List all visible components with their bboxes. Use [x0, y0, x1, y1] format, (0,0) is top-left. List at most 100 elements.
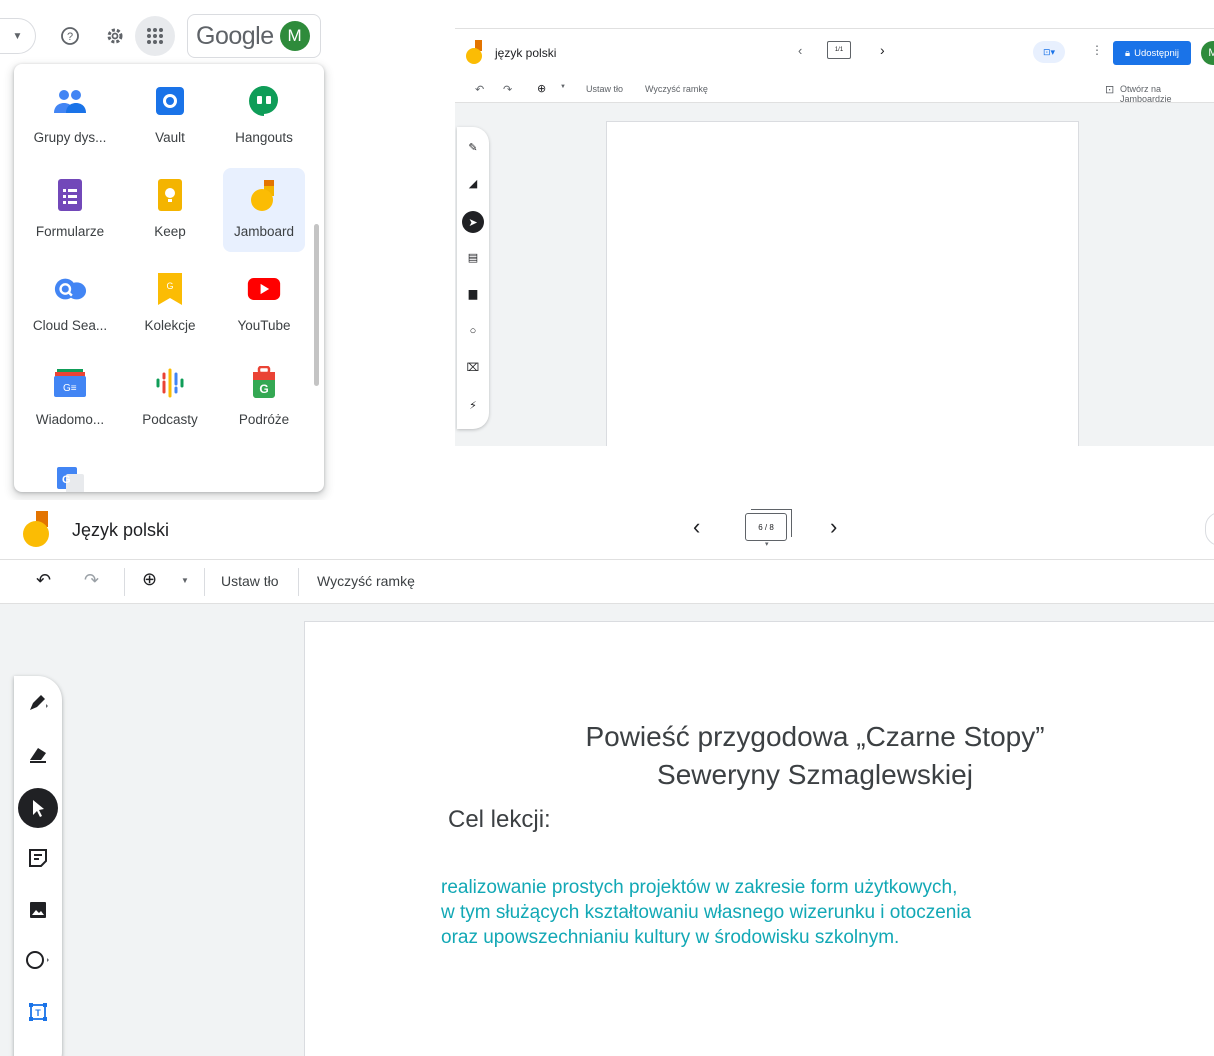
apps-grid-icon [147, 28, 163, 44]
hangouts-icon [247, 84, 281, 118]
present-button[interactable]: ⊡▾ [1033, 41, 1065, 63]
open-on-jamboard-icon: ⊡ [1105, 84, 1115, 96]
more-options-icon[interactable]: ⋮ [1091, 43, 1103, 57]
share-button[interactable]: 🔒︎ Udostępnij [1113, 41, 1191, 65]
help-icon: ? [61, 27, 79, 45]
app-vault[interactable]: Vault [129, 74, 211, 158]
app-travel[interactable]: G Podróże [223, 356, 305, 440]
groups-icon [53, 84, 87, 118]
circle-shape-icon[interactable]: ○ [465, 323, 481, 339]
laser-icon[interactable]: ⚡︎ [465, 397, 481, 413]
select-icon[interactable]: ➤ [462, 211, 484, 233]
undo-icon[interactable]: ↶ [36, 570, 51, 591]
zoom-dropdown-icon[interactable]: ▼ [560, 84, 566, 90]
app-label: Formularze [35, 224, 105, 239]
forms-icon [53, 178, 87, 212]
image-icon[interactable] [24, 896, 52, 924]
clear-frame-button[interactable]: Wyczyść ramkę [645, 84, 708, 94]
set-background-button[interactable]: Ustaw tło [586, 84, 623, 94]
translate-icon[interactable]: G [56, 464, 86, 492]
toolbar-divider [298, 568, 299, 596]
help-button[interactable]: ? [50, 16, 90, 56]
apps-panel: Grupy dys... Vault Hangouts Formularze K… [14, 64, 324, 492]
set-background-button[interactable]: Ustaw tło [221, 573, 279, 589]
app-label: Podcasty [142, 412, 198, 427]
zoom-icon[interactable]: ⊕ [142, 569, 157, 590]
jamboard-canvas[interactable]: Powieść przygodowa „Czarne Stopy” Sewery… [304, 621, 1214, 1056]
sticky-note-icon[interactable] [24, 844, 52, 872]
jamboard-logo-icon [23, 511, 49, 547]
lesson-goal-label[interactable]: Cel lekcji: [448, 806, 551, 834]
svg-text:G: G [62, 474, 71, 486]
small-jam-title[interactable]: język polski [495, 46, 556, 60]
small-frame-counter[interactable]: 1/1 [827, 41, 851, 59]
google-logo: Google [196, 21, 274, 50]
redo-icon[interactable]: ↷ [84, 570, 99, 591]
account-switcher[interactable]: Google M [187, 14, 321, 58]
clear-frame-button[interactable]: Wyczyść ramkę [317, 573, 415, 589]
small-jam-canvas[interactable] [606, 121, 1079, 446]
vault-icon [153, 84, 187, 118]
lesson-goal-text[interactable]: realizowanie prostych projektów w zakres… [441, 875, 971, 950]
large-frame-counter[interactable]: 6 / 8 [745, 509, 792, 541]
app-news[interactable]: G≡ Wiadomo... [29, 356, 111, 440]
zoom-dropdown-icon[interactable]: ▼ [181, 576, 189, 585]
svg-text:T: T [35, 1008, 41, 1018]
app-jamboard[interactable]: Jamboard [223, 168, 305, 252]
youtube-icon [247, 272, 281, 306]
app-cloud-search[interactable]: Cloud Sea... [29, 262, 111, 346]
jamboard-logo-icon [466, 40, 482, 64]
next-frame-icon[interactable]: › [880, 42, 885, 58]
app-label: Cloud Sea... [32, 318, 108, 333]
pen-icon[interactable] [24, 688, 52, 716]
small-jamboard-window: język polski ‹ 1/1 › ⊡▾ ⋮ 🔒︎ Udostępnij … [455, 28, 1214, 446]
sticky-note-icon[interactable]: ▤ [465, 249, 481, 265]
text-box-icon[interactable]: ⌧ [465, 359, 481, 375]
app-label: Jamboard [233, 224, 295, 239]
small-jam-toolbar: ↶ ↷ ⊕ ▼ Ustaw tło Wyczyść ramkę ⊡ Otwórz… [455, 75, 1214, 104]
toolbar-divider [124, 568, 125, 596]
large-jam-header: Język polski ‹ 6 / 8 ▾ › [0, 500, 1214, 560]
present-icon: ⊡▾ [1042, 46, 1056, 57]
account-dropdown-button[interactable]: ▼ [0, 18, 36, 54]
app-groups[interactable]: Grupy dys... [29, 74, 111, 158]
eraser-icon[interactable]: ◢ [465, 175, 481, 191]
zoom-icon[interactable]: ⊕ [537, 82, 546, 95]
present-button[interactable] [1205, 512, 1214, 546]
app-label: Kolekcje [144, 318, 196, 333]
app-forms[interactable]: Formularze [29, 168, 111, 252]
settings-button[interactable] [95, 16, 135, 56]
app-label: YouTube [237, 318, 291, 333]
slide-title[interactable]: Powieść przygodowa „Czarne Stopy” Sewery… [535, 718, 1095, 794]
frame-dropdown-icon[interactable]: ▾ [765, 540, 769, 548]
select-icon[interactable] [18, 788, 58, 828]
lock-icon: 🔒︎ [1125, 47, 1131, 59]
panel-scrollbar[interactable] [314, 224, 319, 386]
circle-shape-icon[interactable] [24, 946, 52, 974]
eraser-icon[interactable] [24, 740, 52, 768]
svg-text:G: G [166, 281, 173, 291]
apps-launcher-button[interactable] [135, 16, 175, 56]
prev-frame-icon[interactable]: ‹ [798, 43, 802, 58]
prev-frame-icon[interactable]: ‹ [693, 514, 700, 540]
app-hangouts[interactable]: Hangouts [223, 74, 305, 158]
undo-icon[interactable]: ↶ [475, 83, 484, 96]
open-on-jamboard-button[interactable]: Otwórz na Jamboardzie [1120, 84, 1214, 104]
app-keep[interactable]: Keep [129, 168, 211, 252]
jamboard-icon [247, 178, 281, 212]
redo-icon[interactable]: ↷ [503, 83, 512, 96]
app-youtube[interactable]: YouTube [223, 262, 305, 346]
pen-icon[interactable]: ✎ [465, 139, 481, 155]
large-jam-title[interactable]: Język polski [72, 520, 169, 541]
podcasts-icon [153, 366, 187, 400]
large-jamboard-window: Język polski ‹ 6 / 8 ▾ › ↶ ↷ ⊕ ▼ Ustaw t… [0, 500, 1214, 1056]
avatar[interactable]: M [279, 21, 310, 51]
app-collections[interactable]: G Kolekcje [129, 262, 211, 346]
avatar[interactable]: M [1201, 41, 1214, 65]
large-jam-tool-palette: T [14, 676, 62, 1056]
text-box-icon[interactable]: T [24, 998, 52, 1026]
image-icon[interactable]: ▆ [465, 285, 481, 301]
app-label: Podróże [238, 412, 290, 427]
next-frame-icon[interactable]: › [830, 514, 837, 540]
app-podcasts[interactable]: Podcasty [129, 356, 211, 440]
